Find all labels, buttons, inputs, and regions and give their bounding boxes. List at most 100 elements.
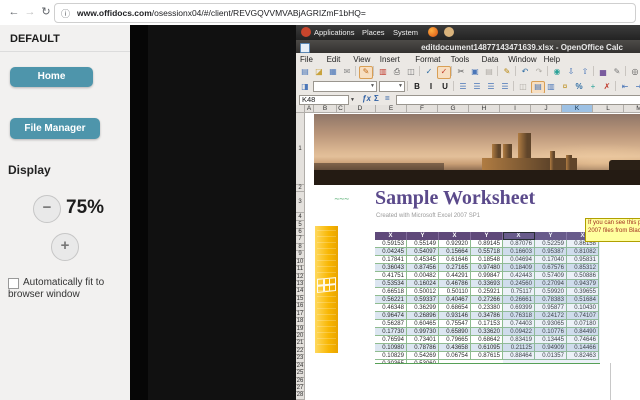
cut-icon[interactable]: ✂ [455,66,467,77]
table-cell[interactable]: 0.18548 [471,256,503,264]
table-cell[interactable]: 0.17730 [375,328,407,336]
table-cell[interactable]: 0.44291 [439,272,471,280]
table-cell[interactable]: 0.93146 [439,312,471,320]
table-cell[interactable]: 0.68654 [439,304,471,312]
menu-system[interactable]: System [393,28,418,37]
table-cell[interactable]: 0.27266 [471,296,503,304]
formula-input-line[interactable] [396,95,640,105]
menu-file[interactable]: File [300,55,313,64]
clone-formatting-icon[interactable]: ✎ [501,66,513,77]
table-cell[interactable]: 0.93065 [535,320,567,328]
table-cell[interactable]: 0.15664 [439,248,471,256]
table-cell[interactable]: 0.73401 [407,336,439,344]
column-header-A[interactable]: A [305,105,314,113]
row-header-14[interactable]: 14 [296,288,305,295]
table-cell[interactable]: 0.81082 [567,248,599,256]
table-cell[interactable]: 0.74403 [503,320,535,328]
redo-icon[interactable]: ↷ [533,66,545,77]
function-wizard-icon[interactable]: ƒx [362,94,371,103]
table-cell[interactable]: 0.53534 [375,280,407,288]
table-cell[interactable]: 0.75117 [503,288,535,296]
table-cell[interactable]: 0.56287 [375,320,407,328]
table-cell[interactable]: 0.68642 [471,336,503,344]
row-header-11[interactable]: 11 [296,266,305,273]
menu-places[interactable]: Places [362,28,385,37]
table-cell[interactable]: 0.78786 [407,344,439,352]
table-cell[interactable]: 0.66518 [375,288,407,296]
sort-descending-icon[interactable]: ⇧ [579,66,591,77]
add-decimal-icon[interactable]: + [587,81,599,92]
row-header-26[interactable]: 26 [296,378,305,385]
row-header-13[interactable]: 13 [296,281,305,288]
row-header-16[interactable]: 16 [296,303,305,310]
menu-tools[interactable]: Tools [451,55,470,64]
row-header-9[interactable]: 9 [296,251,305,258]
page-preview-icon[interactable]: ◫ [405,66,417,77]
row-header-10[interactable]: 10 [296,259,305,266]
table-cell[interactable]: 0.67576 [535,264,567,272]
table-cell[interactable]: 0.14466 [567,344,599,352]
table-cell[interactable]: 0.59337 [407,296,439,304]
row-header-15[interactable]: 15 [296,296,305,303]
table-cell[interactable]: 0.99847 [471,272,503,280]
underline-button[interactable]: U [439,81,451,92]
currency-format-icon[interactable]: ¤ [559,81,571,92]
window-title-bar[interactable]: editdocument14877143471639.xlsx - OpenOf… [296,40,640,53]
browser-refresh-button[interactable]: ↻ [38,4,54,20]
print-icon[interactable]: ⎙ [391,66,403,77]
column-header-I[interactable]: I [500,105,531,113]
column-header-L[interactable]: L [593,105,624,113]
copy-icon[interactable]: ▣ [469,66,481,77]
table-cell[interactable]: 0.60465 [407,320,439,328]
open-icon[interactable]: ◪ [313,66,325,77]
table-cell[interactable]: 0.26896 [407,312,439,320]
table-cell[interactable]: 0.89145 [471,240,503,248]
new-icon[interactable]: ▤ [299,66,311,77]
table-cell[interactable]: 0.54097 [407,248,439,256]
align-right-icon[interactable]: ☰ [485,81,497,92]
row-header-20[interactable]: 20 [296,333,305,340]
table-header-cell[interactable]: Y [535,232,567,240]
column-header-F[interactable]: F [407,105,438,113]
fit-checkbox[interactable] [8,278,19,289]
row-header-21[interactable]: 21 [296,340,305,347]
table-cell[interactable]: 0.95831 [567,256,599,264]
table-cell[interactable]: 0.92920 [439,240,471,248]
firefox-icon[interactable] [428,27,438,37]
table-cell[interactable]: 0.50886 [567,272,599,280]
column-header-J[interactable]: J [531,105,562,113]
chart-columns-icon[interactable]: ▥ [545,81,557,92]
table-header-cell[interactable]: Y [407,232,439,240]
table-cell[interactable]: 0.88464 [503,352,535,360]
table-cell[interactable]: 0.10980 [375,344,407,352]
table-cell[interactable]: 0.85312 [567,264,599,272]
table-cell[interactable]: 0.25921 [471,288,503,296]
row-header-12[interactable]: 12 [296,274,305,281]
table-cell[interactable]: 0.83419 [503,336,535,344]
row-header-4[interactable]: 4 [296,213,305,221]
menu-format[interactable]: Format [415,55,440,64]
font-size-combo[interactable]: ▼ [379,81,405,92]
table-cell[interactable]: 0.97480 [471,264,503,272]
table-cell[interactable]: 0.24560 [503,280,535,288]
table-cell[interactable]: 0.42443 [503,272,535,280]
spelling-icon[interactable]: ✓ [423,66,435,77]
sum-icon[interactable]: Σ [374,94,379,103]
table-cell[interactable]: 0.04694 [503,256,535,264]
table-cell[interactable]: 0.87076 [503,240,535,248]
table-cell[interactable]: 0.24172 [535,312,567,320]
table-cell[interactable]: 0.87456 [407,264,439,272]
table-cell[interactable]: 0.69399 [503,304,535,312]
save-icon[interactable]: ▦ [327,66,339,77]
info-circle-icon[interactable]: ⓘ [61,7,70,20]
table-cell[interactable]: 0.17153 [471,320,503,328]
table-cell[interactable]: 0.26661 [503,296,535,304]
row-header-22[interactable]: 22 [296,348,305,355]
find-replace-icon[interactable]: ◎ [629,66,640,77]
folder-icon[interactable] [444,27,454,37]
table-cell[interactable]: 0.78383 [535,296,567,304]
table-cell[interactable]: 0.10829 [375,352,407,360]
column-header-H[interactable]: H [469,105,500,113]
sheet-cells-area[interactable]: ∼∼∼ Sample Worksheet Created with Micros… [305,113,640,400]
table-cell[interactable]: 0.06754 [439,352,471,360]
